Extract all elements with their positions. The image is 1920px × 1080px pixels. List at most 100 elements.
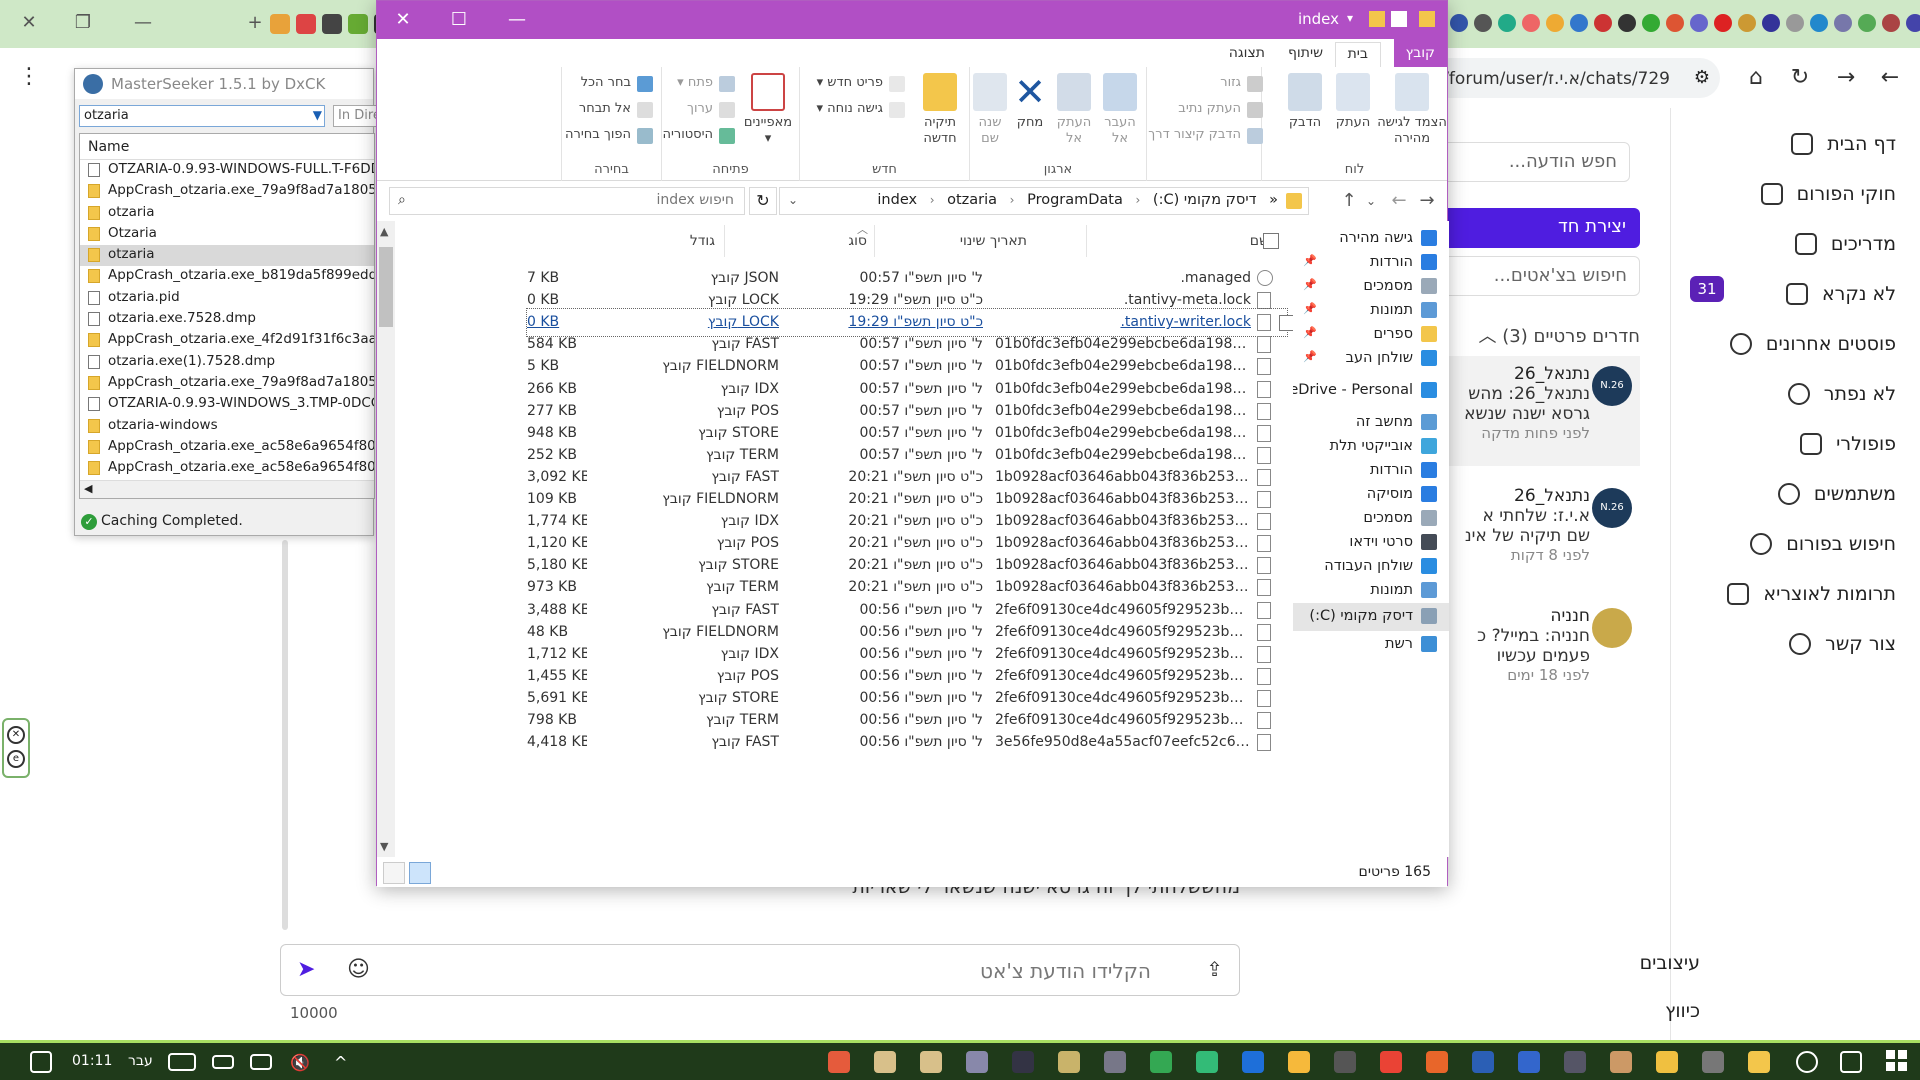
- taskbar-app-icon[interactable]: [1242, 1051, 1264, 1073]
- chat-room-item[interactable]: N.26 נתנאל_26 נתנאל_26: מהש גרסא ישנה שנ…: [1445, 356, 1640, 466]
- new-folder-icon[interactable]: [1369, 11, 1385, 27]
- easy-access-button[interactable]: גישה נוחה ▾: [816, 101, 907, 118]
- open-button[interactable]: פתח ▾: [677, 75, 737, 92]
- tab-favicon[interactable]: [1738, 14, 1756, 32]
- tray-expand-icon[interactable]: ^: [334, 1053, 347, 1072]
- nav-recent[interactable]: פוסטים אחרונים: [1729, 324, 1896, 364]
- properties-icon[interactable]: [1391, 11, 1407, 27]
- create-chat-button[interactable]: יצירת חד: [1440, 208, 1640, 248]
- copy-to-button[interactable]: העתק אל: [1052, 73, 1096, 147]
- reload-icon[interactable]: ↻: [1786, 64, 1814, 92]
- tab-favicon[interactable]: [1498, 14, 1516, 32]
- taskbar-app-icon[interactable]: [1426, 1051, 1448, 1073]
- private-rooms-header[interactable]: חדרים פרטיים (3) ︿: [1460, 322, 1640, 348]
- result-row[interactable]: otzaria-windows: [80, 416, 374, 437]
- tab-favicon[interactable]: [1570, 14, 1588, 32]
- result-row[interactable]: AppCrash_otzaria.exe_b819da5f899edd6ff66: [80, 266, 374, 287]
- nav-pane-item[interactable]: שולחן העב 📌: [1293, 345, 1449, 373]
- result-row[interactable]: AppCrash_otzaria.exe_ac58e6a9654f805888: [80, 437, 374, 458]
- themes-link[interactable]: עיצובים: [1520, 952, 1700, 974]
- result-row[interactable]: AppCrash_otzaria.exe_4f2d91f31f6c3aa8180: [80, 330, 374, 351]
- result-row[interactable]: otzaria.exe.7528.dmp: [80, 309, 374, 330]
- emoji-icon[interactable]: ☺: [347, 957, 370, 982]
- column-header-name[interactable]: Name: [80, 134, 374, 160]
- paste-button[interactable]: הדבק: [1281, 73, 1329, 131]
- chat-room-item[interactable]: חנניה חנניה: במייל? כ פעמים עכשיו לפני 1…: [1445, 598, 1640, 708]
- search-icon[interactable]: [1796, 1051, 1818, 1073]
- forward-icon[interactable]: ←: [1876, 64, 1904, 92]
- file-row[interactable]: 4,418 KB קובץ FAST ל' סיון תשפ"ו 00:56 3e56…: [527, 729, 1287, 756]
- browser-close-icon[interactable]: ✕: [14, 12, 44, 36]
- masterseeker-search-input[interactable]: otzaria ▼: [79, 105, 325, 127]
- upload-icon[interactable]: ⇪: [1206, 957, 1223, 981]
- tab-favicon[interactable]: [1882, 14, 1900, 32]
- tab-favicon[interactable]: [1762, 14, 1780, 32]
- tab-favicon[interactable]: [1714, 14, 1732, 32]
- vertical-scrollbar[interactable]: ▲ ▼: [377, 221, 395, 857]
- result-row[interactable]: otzaria.exe(1).7528.dmp: [80, 352, 374, 373]
- browser-restore-icon[interactable]: ❐: [68, 12, 98, 36]
- edit-button[interactable]: ערוך: [687, 101, 737, 118]
- tab-favicon[interactable]: [1786, 14, 1804, 32]
- clock[interactable]: 01:11: [72, 1053, 112, 1069]
- tab-favicon[interactable]: [1618, 14, 1636, 32]
- language-indicator[interactable]: עבר: [128, 1053, 153, 1069]
- back-arrow-icon[interactable]: →: [1415, 189, 1439, 213]
- nav-popular[interactable]: פופולרי: [1800, 424, 1896, 464]
- recent-locations-icon[interactable]: ⌄: [1359, 189, 1383, 213]
- tab-view[interactable]: תצוגה: [1217, 42, 1277, 67]
- browser-minimize-icon[interactable]: —: [128, 12, 158, 36]
- select-none-button[interactable]: אל תבחר: [579, 101, 655, 118]
- tab-home[interactable]: בית: [1334, 42, 1381, 67]
- nav-users[interactable]: משתמשים: [1777, 474, 1896, 514]
- close-icon[interactable]: ✕: [7, 726, 25, 744]
- rename-button[interactable]: שנה שם: [970, 73, 1010, 147]
- volume-muted-icon[interactable]: 🔇: [290, 1053, 310, 1072]
- breadcrumb-item[interactable]: דיסק מקומי (C:): [1153, 192, 1257, 208]
- nav-pane-item[interactable]: רשת: [1293, 631, 1449, 659]
- result-row[interactable]: otzaria: [80, 203, 374, 224]
- taskbar-app-icon[interactable]: [1058, 1051, 1080, 1073]
- chat-search-input[interactable]: חיפוש בצ'אטים...: [1440, 256, 1640, 296]
- result-row[interactable]: AppCrash_otzaria.exe_ac58e6a9654f805888: [80, 458, 374, 479]
- paste-shortcut-button[interactable]: הדבק קיצור דרך: [1148, 127, 1265, 144]
- taskbar-app-icon[interactable]: [1702, 1051, 1724, 1073]
- taskbar-app-icon[interactable]: [828, 1051, 850, 1073]
- tab-favicon[interactable]: [1690, 14, 1708, 32]
- nav-pane-item[interactable]: OneDrive - Personal: [1293, 377, 1449, 405]
- chevron-left-icon[interactable]: ‹: [930, 193, 935, 207]
- taskbar-app-icon[interactable]: [1656, 1051, 1678, 1073]
- scrollbar-thumb[interactable]: [379, 247, 393, 327]
- taskbar-app-icon[interactable]: [1104, 1051, 1126, 1073]
- pin-icon[interactable]: 📌: [1303, 326, 1317, 339]
- collapse-link[interactable]: כיווץ: [1520, 1000, 1700, 1022]
- scroll-up-icon[interactable]: ▲: [380, 225, 388, 238]
- taskbar-app-icon[interactable]: [1288, 1051, 1310, 1073]
- maximize-icon[interactable]: ☐: [441, 7, 477, 33]
- send-icon[interactable]: ➤: [297, 957, 315, 982]
- nav-unread[interactable]: לא נקרא: [1785, 274, 1896, 314]
- chevron-left-icon[interactable]: ‹: [1010, 193, 1015, 207]
- nav-unsolved[interactable]: לא נפתר: [1787, 374, 1896, 414]
- select-all-checkbox[interactable]: [1263, 233, 1279, 249]
- nav-home[interactable]: דף הבית: [1791, 124, 1896, 164]
- taskbar-app-icon[interactable]: [1610, 1051, 1632, 1073]
- copy-path-button[interactable]: העתק נתיב: [1178, 101, 1265, 118]
- taskbar-app-icon[interactable]: [1196, 1051, 1218, 1073]
- notifications-icon[interactable]: [30, 1051, 52, 1073]
- pin-icon[interactable]: 📌: [1303, 302, 1317, 315]
- nav-pane-item[interactable]: תמונות: [1293, 577, 1449, 605]
- dropdown-arrow-icon[interactable]: ▼: [313, 108, 322, 122]
- pin-quick-access-button[interactable]: הצמד לגישה מהירה: [1377, 73, 1447, 147]
- tab-favicon[interactable]: [348, 14, 368, 34]
- breadcrumb-item[interactable]: index: [877, 192, 917, 208]
- pin-icon[interactable]: 📌: [1303, 254, 1317, 267]
- new-folder-button[interactable]: תיקיה חדשה: [915, 73, 965, 147]
- taskbar-app-icon[interactable]: [1012, 1051, 1034, 1073]
- tab-favicon[interactable]: [1450, 14, 1468, 32]
- taskbar-app-icon[interactable]: [1748, 1051, 1770, 1073]
- taskbar-app-icon[interactable]: [920, 1051, 942, 1073]
- chevron-left-icon[interactable]: ‹: [1136, 193, 1141, 207]
- customize-toolbar-icon[interactable]: ▾: [1347, 11, 1363, 27]
- breadcrumb-item[interactable]: ProgramData: [1027, 192, 1123, 208]
